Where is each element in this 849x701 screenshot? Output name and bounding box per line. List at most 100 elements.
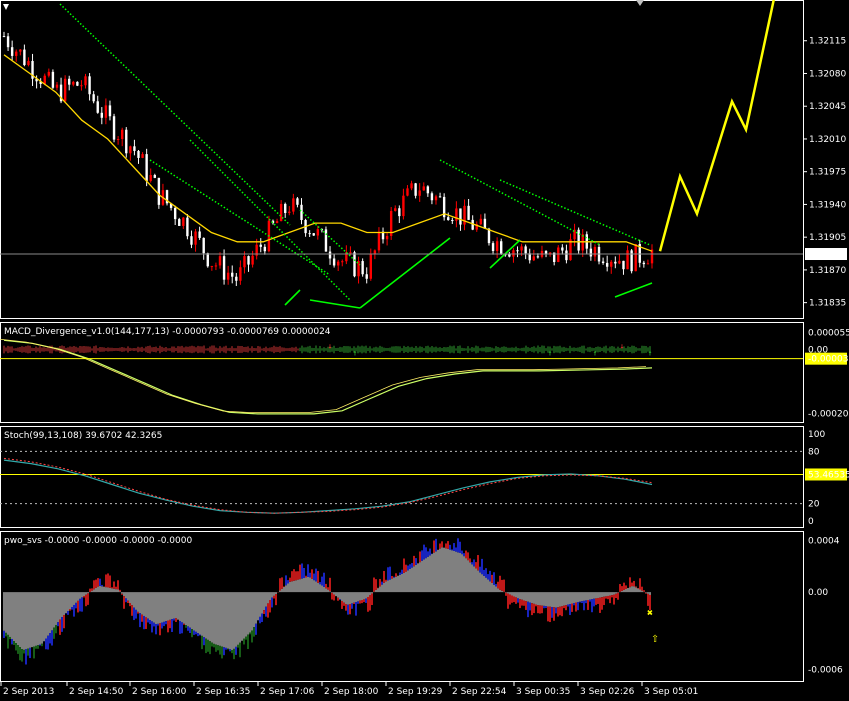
candle-body [15,51,18,56]
support-line [309,299,361,309]
candle-body [125,129,128,154]
chart-shift-icon[interactable] [3,4,9,10]
pwo-tick-label: -0.0006 [808,666,843,676]
candle-body [402,195,405,217]
time-tick-label: 2 Sep 22:54 [452,687,507,697]
macd-axis: 0.0000550.00-0.000208-0.00003 [805,329,849,419]
candle-body [430,193,434,201]
candle-body [108,105,112,117]
candle-body [324,229,328,252]
candle-body [467,205,470,220]
candle-body [308,233,311,235]
candle-body [398,208,401,217]
candle-body [247,256,250,265]
price-panel-frame [0,0,804,319]
candle-body [491,243,495,251]
candle-body [231,272,234,277]
price-tick-label: 1.31835 [809,299,846,309]
price-tick-label: 1.32115 [809,37,846,47]
candle-body [544,250,548,254]
candle-body [251,255,254,265]
candle-body [593,246,597,257]
candle-body [434,196,438,201]
candle-body [341,261,344,263]
candle-body [479,218,483,225]
macd-layer: ↓ ↑ ↑ ↑ ↓ ↑ [0,338,803,415]
candle-body [51,71,55,88]
candle-body [129,146,132,154]
candle-body [447,217,450,221]
candle-body [312,233,315,236]
stoch-main-line [3,459,653,514]
candle-body [622,260,625,270]
candle-body [500,241,503,255]
candle-body [43,75,46,84]
support-line [359,237,451,309]
candle-body [100,112,104,118]
candle-body [235,276,238,281]
candle-body [630,250,633,272]
candle-body [353,252,356,277]
candle-body [288,211,291,213]
candle-body [173,207,177,220]
candle-body [394,208,397,211]
candle-body [239,267,242,281]
candle-body [96,101,99,113]
stoch-panel-frame [0,426,804,528]
candle-body [557,247,560,262]
candle-body [6,36,10,48]
candle-body [336,261,340,266]
time-tick-label: 2 Sep 16:00 [132,687,187,697]
pwo-axis: 0.0004 0.00 -0.0006 [808,537,843,676]
candle-body [589,248,593,257]
candle-body [349,252,352,254]
candle-body [459,208,462,225]
candle-body [116,139,120,141]
time-tick-label: 2 Sep 17:06 [260,687,315,697]
candle-body [218,256,222,266]
candle-body [618,260,621,264]
candle-body [284,203,287,213]
candle-body [80,85,83,87]
candle-body [601,261,605,263]
price-tick-label: 1.32045 [809,102,846,112]
time-tick-label: 2 Sep 19:29 [388,687,443,697]
candle-body [149,174,152,181]
stoch-tick-label: 80 [808,447,820,457]
time-tick-label: 2 Sep 14:50 [69,687,124,697]
candle-body [190,236,193,245]
pwo-title: pwo_svs -0.0000 -0.0000 -0.0000 -0.0000 [4,536,192,546]
candle-body [426,186,430,194]
candle-body [137,150,140,158]
candle-body [422,186,425,191]
candle-body [19,49,22,52]
candle-body [2,36,6,38]
time-tick-label: 3 Sep 02:26 [580,687,635,697]
time-tick-label: 2 Sep 16:35 [196,687,250,697]
candle-body [410,183,413,189]
candle-body [292,198,295,212]
macd-up-arrow-icon: ↑ [548,348,553,357]
pwo-panel-frame [0,531,804,682]
pwo-tick-label: 0.0004 [808,537,840,547]
scroll-marker-icon[interactable] [636,0,644,6]
candle-body [157,177,161,205]
candle-body [84,76,87,86]
projection-line [658,0,775,252]
price-lines [0,0,803,309]
candle-body [226,272,230,280]
candle-body [120,129,124,140]
macd-title: MACD_Divergence_v1.0(144,177,13) -0.0000… [4,327,331,337]
candle-body [512,250,515,257]
candle-body [634,244,637,272]
candle-body [377,231,381,251]
pwo-up-arrow-icon: ⇧ [651,631,659,646]
candle-body [27,60,30,66]
pwo-cross-icon: ✖ [647,608,653,619]
macd-up-arrow-icon: ↑ [353,348,358,357]
macd-level-label: -0.00003 [808,355,848,365]
candle-body [23,49,26,66]
stoch-axis: 100 80 20 0 53.46535 [805,430,849,527]
candle-body [438,196,442,198]
macd-tick-label: 0.000055 [808,329,849,339]
